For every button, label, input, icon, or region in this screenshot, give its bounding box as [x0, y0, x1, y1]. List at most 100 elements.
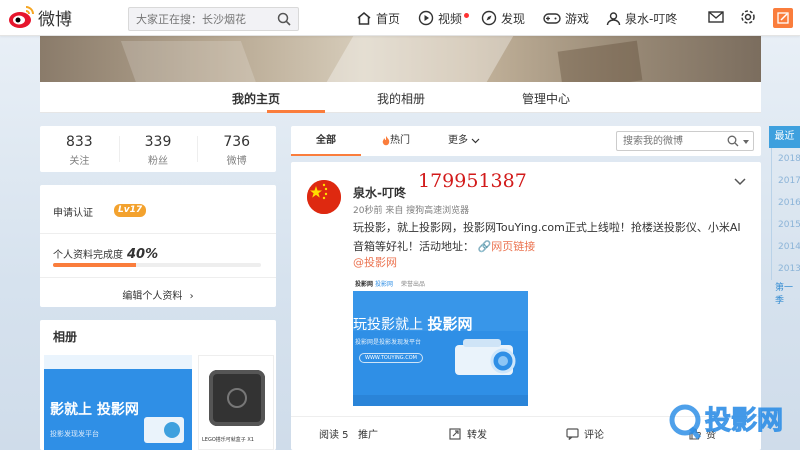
- divider: [40, 277, 276, 278]
- album-photo-1-sub: 投影发现发平台: [50, 430, 99, 438]
- edit-profile-label: 编辑个人资料: [122, 291, 183, 302]
- compass-icon: [481, 10, 497, 26]
- avatar[interactable]: [307, 180, 341, 214]
- tab-manage-center[interactable]: 管理中心: [522, 90, 570, 107]
- flag-avatar-icon: [307, 180, 341, 214]
- filter-tab-hot[interactable]: 热门: [361, 126, 431, 156]
- video-icon: [418, 10, 434, 26]
- search-input[interactable]: [129, 8, 269, 30]
- comment-label: 评论: [584, 430, 604, 441]
- post-image-sub: 投影网是投影发现发平台: [355, 339, 422, 346]
- fire-icon: [382, 136, 390, 146]
- stat-weibo[interactable]: 736 微博: [197, 126, 276, 172]
- post-image-title-a: 玩投影就上: [353, 317, 428, 333]
- filter-tab-more-label: 更多: [448, 135, 468, 146]
- edit-icon: [777, 12, 789, 24]
- top-navbar: 微博 首页 视频 发现 游戏 泉水-叮咚: [0, 0, 800, 36]
- post-image-url: WWW.TOUYING.COM: [359, 353, 423, 363]
- global-search[interactable]: [128, 7, 299, 31]
- post-text: 玩投影，就上投影网，投影网TouYing.com正式上线啦！抢楼送投影仪、小米A…: [353, 221, 741, 253]
- cover-photo: [40, 36, 761, 82]
- link-icon: 🔗: [477, 240, 492, 253]
- post-image-title-b: 投影网: [427, 315, 473, 333]
- album-photo-2-caption: LEGO搭乐可就盒子 X1: [202, 437, 254, 443]
- timeline-year[interactable]: 2017: [771, 170, 800, 192]
- tab-my-album[interactable]: 我的相册: [377, 90, 425, 107]
- stat-label: 粉丝: [148, 156, 168, 167]
- album-photo-2[interactable]: LEGO搭乐可就盒子 X1: [198, 355, 274, 450]
- timeline-year[interactable]: 2016: [771, 192, 800, 214]
- stats-card: 833 关注 339 粉丝 736 微博: [40, 126, 276, 172]
- year-timeline: 最近 2018 2017 2016 2015 2014 2013 第一季: [769, 126, 800, 306]
- post-mention[interactable]: @投影网: [353, 254, 397, 270]
- chevron-down-icon: [471, 138, 480, 144]
- stat-label: 微博: [226, 156, 247, 167]
- repost-label: 转发: [467, 430, 487, 441]
- album-photo-1-text: 影就上 投影网: [50, 402, 139, 418]
- nav-profile[interactable]: 泉水-叮咚: [606, 9, 677, 27]
- apply-verify-link[interactable]: 申请认证: [53, 204, 93, 219]
- user-icon: [606, 11, 621, 25]
- timeline-more[interactable]: 第一季: [769, 280, 800, 306]
- stat-num: 736: [223, 134, 251, 150]
- home-icon: [357, 11, 371, 25]
- stat-label: 关注: [69, 156, 90, 167]
- nav-video-label: 视频: [438, 11, 463, 26]
- nav-home[interactable]: 首页: [356, 9, 400, 27]
- complete-label: 个人资料完成度: [53, 250, 123, 261]
- caret-down-icon[interactable]: [743, 140, 749, 144]
- nav-discover-label: 发现: [501, 11, 526, 26]
- repost-button[interactable]: 转发: [449, 426, 487, 441]
- level-badge[interactable]: Lv17: [114, 204, 147, 217]
- stat-followers[interactable]: 339 粉丝: [118, 126, 198, 172]
- post-read-count: 阅读 5: [319, 430, 349, 441]
- chevron-down-icon[interactable]: [734, 178, 746, 186]
- stat-following[interactable]: 833 关注: [40, 126, 119, 172]
- feed-search-input[interactable]: [617, 132, 727, 150]
- album-card: 相册 影就上 投影网 投影发现发平台 LEGO搭乐可就盒子 X1: [40, 320, 276, 450]
- nav-discover[interactable]: 发现: [481, 9, 525, 27]
- gear-icon[interactable]: [739, 8, 757, 26]
- divider: [40, 233, 276, 234]
- feed-search[interactable]: [616, 131, 754, 151]
- search-icon[interactable]: [727, 135, 739, 147]
- filter-tab-more[interactable]: 更多: [439, 126, 489, 156]
- timeline-year[interactable]: 2014: [771, 236, 800, 258]
- stat-num: 339: [144, 134, 172, 150]
- album-photo-1[interactable]: 影就上 投影网 投影发现发平台: [44, 355, 192, 450]
- post-content: 玩投影，就上投影网，投影网TouYing.com正式上线啦！抢楼送投影仪、小米A…: [353, 218, 743, 256]
- gamepad-icon: [543, 13, 561, 24]
- complete-pct: 40%: [127, 247, 159, 262]
- comment-icon: [566, 427, 579, 440]
- timeline-year[interactable]: 2015: [771, 214, 800, 236]
- nav-game[interactable]: 游戏: [543, 9, 589, 27]
- watermark-text: 投影网: [704, 406, 784, 437]
- profile-complete: 个人资料完成度 40%: [53, 246, 158, 262]
- comment-button[interactable]: 评论: [566, 426, 604, 441]
- timeline-year[interactable]: 2013: [771, 258, 800, 280]
- post-web-link[interactable]: 🔗网页链接: [478, 240, 536, 253]
- mail-icon[interactable]: [708, 8, 724, 26]
- promote-button[interactable]: 推广: [358, 426, 378, 441]
- device-center: [227, 388, 247, 408]
- nav-username: 泉水-叮咚: [625, 11, 678, 26]
- post-image-brand3: 荣誉出品: [401, 281, 426, 288]
- edit-profile-link[interactable]: 编辑个人资料 ›: [40, 287, 276, 302]
- profile-tab-strip: 我的主页 我的相册 管理中心: [40, 82, 761, 113]
- post-username[interactable]: 泉水-叮咚: [353, 184, 406, 201]
- post-image[interactable]: 投影网 投影网 荣誉出品 玩投影就上 投影网 投影网是投影发现发平台 WWW.T…: [353, 275, 528, 406]
- timeline-recent[interactable]: 最近: [769, 126, 800, 148]
- timeline-year[interactable]: 2018: [771, 148, 800, 170]
- touying-watermark: 投影网: [665, 398, 800, 450]
- tab-my-home[interactable]: 我的主页: [232, 90, 280, 107]
- post-web-link-label: 网页链接: [491, 240, 536, 253]
- nav-video[interactable]: 视频: [418, 9, 470, 27]
- compose-button[interactable]: [773, 8, 793, 28]
- weibo-logo[interactable]: 微博: [8, 4, 72, 30]
- post-image-brand1: 投影网: [355, 281, 374, 288]
- filter-tab-all[interactable]: 全部: [291, 126, 361, 156]
- stat-num: 833: [65, 134, 93, 150]
- post-red-number: 179951387: [418, 170, 527, 192]
- search-icon[interactable]: [277, 12, 291, 26]
- feed-filter-bar: 全部 热门 更多: [291, 126, 761, 156]
